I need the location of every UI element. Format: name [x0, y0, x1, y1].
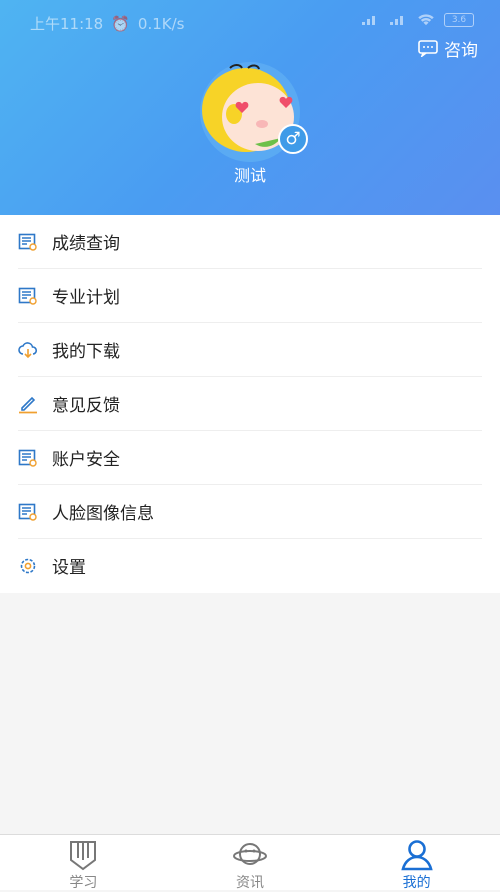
menu-item-account-security[interactable]: 账户安全 [0, 431, 500, 485]
menu-item-face-image[interactable]: 人脸图像信息 [0, 485, 500, 539]
tab-news[interactable]: 资讯 [167, 835, 334, 891]
menu-item-label: 人脸图像信息 [52, 504, 154, 524]
consult-button[interactable]: 咨询 [418, 36, 478, 61]
gender-badge: ♂ [278, 124, 308, 154]
pencil-icon [19, 396, 37, 414]
menu-item-settings[interactable]: 设置 [0, 539, 500, 593]
wifi-icon [418, 14, 434, 26]
cloud-download-icon [18, 342, 38, 359]
status-speed: 0.1K/s [137, 14, 185, 33]
tab-label: 学习 [69, 875, 98, 891]
gear-icon [20, 558, 36, 574]
menu-item-my-downloads[interactable]: 我的下载 [0, 323, 500, 377]
tab-mine[interactable]: 我的 [333, 835, 500, 891]
menu-list: 成绩查询 专业计划 我的下载 意见反馈 账户安全 人脸图像信息 设置 [0, 215, 500, 593]
tab-label: 我的 [402, 875, 431, 891]
chat-icon [418, 40, 438, 57]
planet-icon [233, 843, 267, 865]
report-icon [18, 233, 37, 251]
menu-item-label: 设置 [52, 558, 86, 578]
signal-icon [390, 16, 403, 25]
menu-item-label: 意见反馈 [52, 396, 120, 416]
signal-icon [362, 16, 375, 25]
person-icon [401, 840, 433, 871]
report-icon [18, 449, 37, 467]
report-icon [18, 503, 37, 521]
battery-icon: 3.6 [444, 13, 474, 27]
menu-item-label: 成绩查询 [52, 234, 120, 254]
bottom-tab-bar: 学习 资讯 我的 [0, 834, 500, 891]
username: 测试 [233, 166, 266, 185]
tab-study[interactable]: 学习 [0, 835, 167, 891]
menu-item-label: 我的下载 [52, 342, 120, 362]
tab-label: 资讯 [236, 875, 264, 891]
alarm-icon: ⏰ [111, 14, 130, 33]
menu-item-label: 专业计划 [52, 288, 120, 308]
profile-header: 上午11:18 ⏰ 0.1K/s 3.6 咨询 ♂ 测试 [0, 0, 500, 215]
report-icon [18, 287, 37, 305]
book-icon [70, 841, 97, 871]
menu-item-major-plan[interactable]: 专业计划 [0, 269, 500, 323]
consult-label: 咨询 [444, 41, 478, 61]
status-time: 上午11:18 [30, 15, 104, 33]
menu-item-label: 账户安全 [52, 450, 120, 470]
menu-item-score-query[interactable]: 成绩查询 [0, 215, 500, 269]
menu-item-feedback[interactable]: 意见反馈 [0, 377, 500, 431]
